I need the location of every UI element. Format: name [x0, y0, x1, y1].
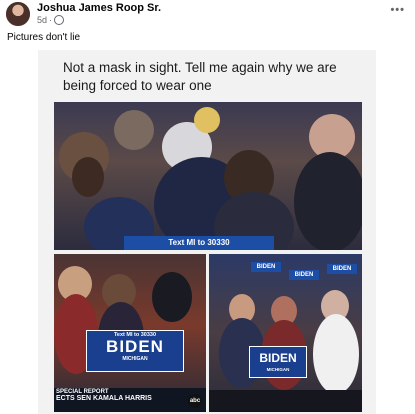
avatar[interactable] [6, 2, 30, 26]
globe-icon [54, 15, 65, 25]
more-options-icon[interactable]: ••• [390, 4, 405, 16]
banner-bottom: ECTS SEN KAMALA HARRIS [56, 395, 152, 402]
campaign-sign: Text MI to 30330 [124, 236, 274, 250]
meme-headline: Not a mask in sight. Tell me again why w… [63, 60, 337, 93]
campaign-sign-sub: MICHIGAN [122, 356, 148, 362]
crowd-sign: BIDEN [251, 262, 281, 272]
campaign-sign-sub: MICHIGAN [266, 367, 290, 372]
photo-bottom-right: BIDEN BIDEN BIDEN BIDEN MICHIGAN [209, 254, 362, 412]
abc-logo: abc [188, 394, 202, 408]
campaign-sign-name: BIDEN [106, 337, 164, 356]
news-banner: SPECIAL REPORT ECTS SEN KAMALA HARRIS [54, 388, 206, 412]
campaign-sign: BIDEN MICHIGAN [249, 346, 307, 378]
post-meta: 5d · [37, 15, 65, 25]
campaign-sign-name: BIDEN [259, 351, 297, 365]
post-time[interactable]: 5d [37, 15, 47, 25]
crowd-sign: BIDEN [289, 270, 319, 280]
campaign-sign: Text MI to 30330 BIDEN MICHIGAN [86, 330, 184, 372]
photo-top: Text MI to 30330 [54, 102, 362, 250]
meme-image[interactable]: Not a mask in sight. Tell me again why w… [38, 50, 376, 414]
photo-bottom-left: Text MI to 30330 BIDEN MICHIGAN SPECIAL … [54, 254, 206, 412]
author-name[interactable]: Joshua James Roop Sr. [37, 2, 161, 14]
post-caption: Pictures don't lie [7, 32, 81, 43]
crowd-sign: BIDEN [327, 264, 357, 274]
